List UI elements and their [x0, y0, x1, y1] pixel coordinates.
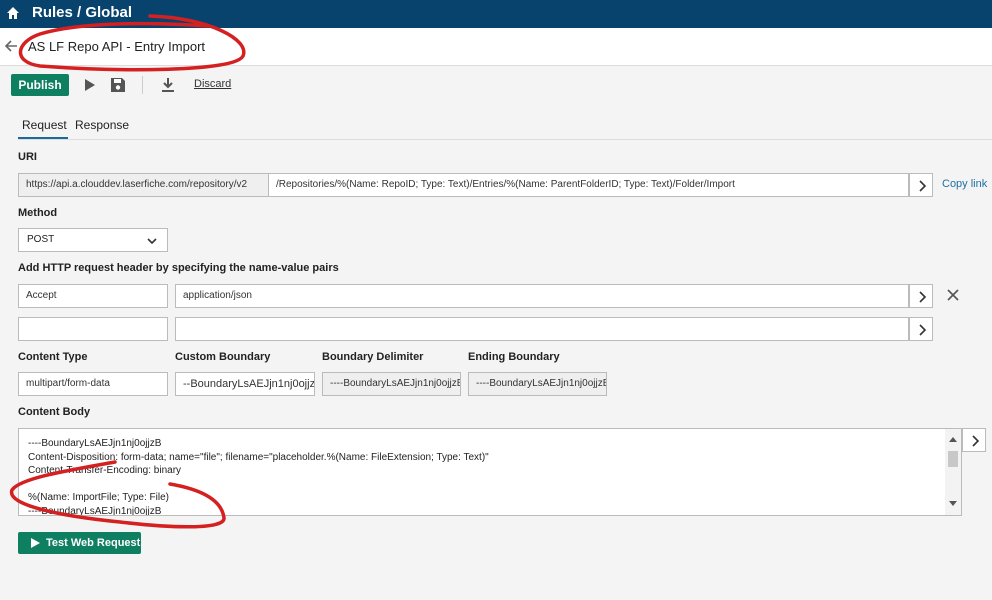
top-bar: Rules / Global — [0, 0, 992, 28]
header-value-field[interactable]: application/json — [175, 284, 909, 308]
uri-expand-button[interactable] — [909, 173, 933, 197]
scroll-up-icon[interactable] — [949, 436, 957, 442]
close-icon[interactable] — [946, 288, 960, 302]
vertical-scrollbar[interactable] — [945, 429, 961, 515]
custom-boundary-field[interactable]: --BoundaryLsAEJjn1nj0ojjzB — [175, 372, 315, 396]
scrollbar-thumb[interactable] — [948, 451, 958, 467]
chevron-right-icon — [919, 324, 927, 336]
publish-button[interactable]: Publish — [11, 74, 69, 96]
tab-request[interactable]: Request — [22, 118, 67, 132]
home-icon[interactable] — [6, 6, 20, 20]
play-icon — [31, 538, 40, 548]
chevron-right-icon — [919, 291, 927, 303]
chevron-right-icon — [919, 180, 927, 192]
headers-label: Add HTTP request header by specifying th… — [18, 262, 339, 274]
download-icon[interactable] — [160, 77, 176, 93]
back-arrow-icon[interactable] — [4, 39, 18, 53]
scroll-down-icon[interactable] — [949, 501, 957, 507]
content-type-field[interactable]: multipart/form-data — [18, 372, 168, 396]
test-web-request-label: Test Web Request — [46, 537, 141, 549]
chevron-down-icon — [147, 238, 157, 245]
header-name-field[interactable] — [18, 317, 168, 341]
header-expand-button[interactable] — [909, 284, 933, 308]
tab-response[interactable]: Response — [75, 118, 129, 132]
tab-divider — [18, 139, 992, 140]
boundary-delimiter-label: Boundary Delimiter — [322, 351, 424, 363]
toolbar: Publish Discard — [0, 66, 992, 102]
breadcrumb: Rules / Global — [32, 4, 133, 21]
header-name-field[interactable]: Accept — [18, 284, 168, 308]
method-select[interactable]: POST — [18, 228, 168, 252]
content-body-label: Content Body — [18, 406, 91, 418]
uri-base-field: https://api.a.clouddev.laserfiche.com/re… — [18, 173, 269, 197]
method-value: POST — [27, 234, 55, 245]
uri-label: URI — [18, 151, 37, 163]
rule-title-bar: AS LF Repo API - Entry Import — [0, 28, 992, 66]
save-icon[interactable] — [110, 77, 126, 93]
rule-name: AS LF Repo API - Entry Import — [28, 39, 206, 54]
copy-link[interactable]: Copy link — [942, 178, 987, 190]
uri-path-field[interactable]: /Repositories/%(Name: RepoID; Type: Text… — [268, 173, 909, 197]
play-icon[interactable] — [82, 77, 98, 93]
body-expand-button[interactable] — [962, 428, 986, 452]
toolbar-divider — [142, 76, 143, 94]
test-web-request-button[interactable]: Test Web Request — [18, 532, 141, 554]
content-body-textarea[interactable]: ----BoundaryLsAEJjn1nj0ojjzB Content-Dis… — [18, 428, 962, 516]
header-value-field[interactable] — [175, 317, 909, 341]
discard-link[interactable]: Discard — [194, 78, 231, 90]
content-body-text: ----BoundaryLsAEJjn1nj0ojjzB Content-Dis… — [28, 438, 489, 516]
ending-boundary-field: ----BoundaryLsAEJjn1nj0ojjzB-- — [468, 372, 607, 396]
chevron-right-icon — [972, 435, 980, 447]
header-expand-button[interactable] — [909, 317, 933, 341]
ending-boundary-label: Ending Boundary — [468, 351, 560, 363]
custom-boundary-label: Custom Boundary — [175, 351, 271, 363]
content-type-label: Content Type — [18, 351, 88, 363]
boundary-delimiter-field: ----BoundaryLsAEJjn1nj0ojjzB — [322, 372, 461, 396]
method-label: Method — [18, 207, 58, 219]
